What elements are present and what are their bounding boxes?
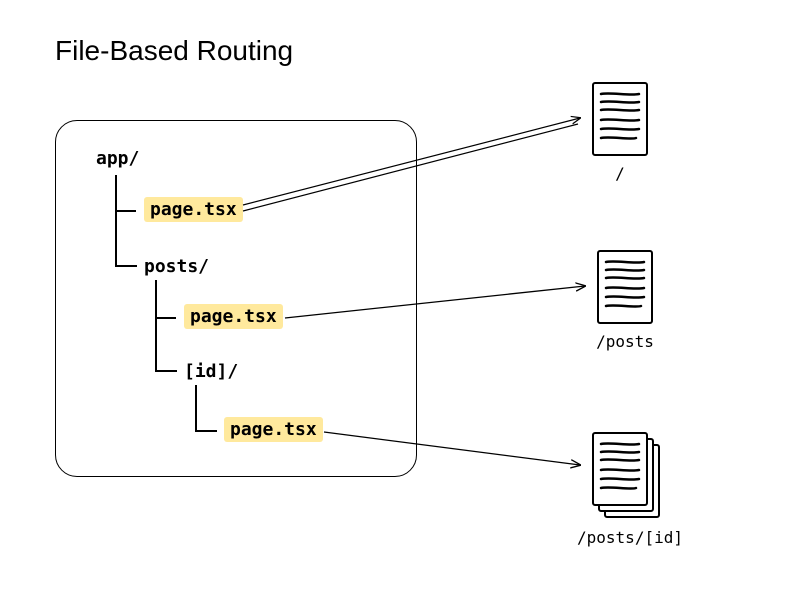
file-tree-container: app/ page.tsx posts/ page.tsx [id]/ page… [55,120,417,477]
page-icon-posts [595,248,655,326]
file-id-page: page.tsx [224,419,323,440]
file-id-page-label: page.tsx [224,417,323,442]
page-icon-post-id [590,430,665,522]
file-app-page: page.tsx [144,199,243,220]
page-icon-root [590,80,650,158]
file-app-page-label: page.tsx [144,197,243,222]
file-posts-page-label: page.tsx [184,304,283,329]
route-label-post-id: /posts/[id] [560,528,700,547]
dir-app: app/ [96,148,139,169]
dir-id: [id]/ [184,361,238,382]
dir-posts: posts/ [144,256,209,277]
route-label-posts: /posts [580,332,670,351]
diagram-title: File-Based Routing [55,35,293,67]
file-posts-page: page.tsx [184,306,283,327]
route-label-root: / [590,164,650,183]
